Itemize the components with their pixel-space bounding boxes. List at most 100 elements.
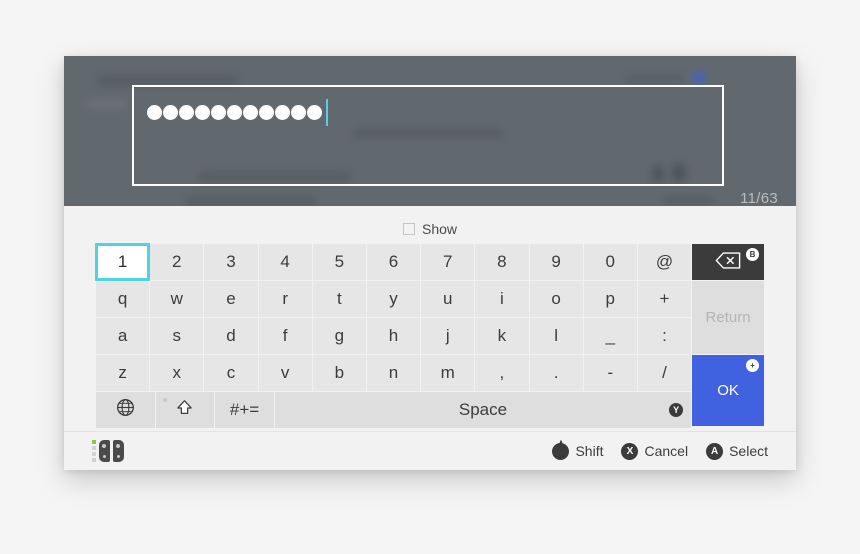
key-6[interactable]: 6 — [366, 244, 421, 280]
shift-icon — [175, 398, 194, 422]
key-o[interactable]: o — [529, 281, 583, 317]
key-d[interactable]: d — [204, 318, 258, 354]
key-b[interactable]: b — [312, 355, 366, 391]
password-dot — [227, 104, 242, 120]
key-9[interactable]: 9 — [529, 244, 583, 280]
password-input-field[interactable] — [132, 85, 724, 186]
stick-icon — [552, 442, 570, 460]
key-1[interactable]: 1 — [94, 243, 151, 281]
key-period[interactable]: . — [529, 355, 583, 391]
ok-key[interactable]: OK + — [692, 355, 764, 426]
key-w[interactable]: w — [150, 281, 204, 317]
key-s[interactable]: s — [150, 318, 204, 354]
key-h[interactable]: h — [366, 318, 421, 354]
password-dot — [195, 104, 210, 120]
password-dot — [243, 104, 258, 120]
plus-button-badge: + — [746, 359, 759, 372]
key-c[interactable]: c — [204, 355, 258, 391]
key-f[interactable]: f — [258, 318, 312, 354]
key-y[interactable]: y — [366, 281, 421, 317]
key-l[interactable]: l — [529, 318, 583, 354]
key-2[interactable]: 2 — [150, 244, 204, 280]
shift-key[interactable] — [155, 392, 215, 428]
x-button-icon: X — [621, 442, 639, 460]
key-e[interactable]: e — [204, 281, 258, 317]
keyboard-row: a s d f g h j k l _ : — [96, 318, 692, 354]
show-password-toggle[interactable]: Show — [402, 221, 458, 237]
globe-icon — [116, 398, 135, 422]
hint-select-label: Select — [729, 443, 768, 459]
hint-select[interactable]: A Select — [706, 442, 768, 460]
player-led — [92, 440, 96, 444]
key-hyphen[interactable]: - — [583, 355, 637, 391]
key-underscore[interactable]: _ — [583, 318, 637, 354]
joycon-pair-icon[interactable] — [92, 440, 124, 462]
key-t[interactable]: t — [312, 281, 366, 317]
joycon-left-icon — [99, 440, 110, 462]
key-v[interactable]: v — [258, 355, 312, 391]
keyboard-main-keys: 1 2 3 4 5 6 7 8 9 0 @ q w e r t y u i o … — [94, 243, 692, 428]
key-z[interactable]: z — [96, 355, 150, 391]
y-button-badge: Y — [669, 403, 684, 417]
key-k[interactable]: k — [475, 318, 529, 354]
b-button-badge: B — [746, 248, 759, 261]
character-counter: 11/63 — [740, 190, 778, 206]
key-j[interactable]: j — [421, 318, 475, 354]
key-n[interactable]: n — [366, 355, 421, 391]
key-i[interactable]: i — [475, 281, 529, 317]
language-globe-key[interactable] — [96, 392, 155, 428]
key-7[interactable]: 7 — [421, 244, 475, 280]
checkbox-icon[interactable] — [402, 223, 415, 235]
key-a[interactable]: a — [96, 318, 150, 354]
keyboard-row: z x c v b n m , . - / — [96, 355, 692, 391]
space-key-label: Space — [458, 400, 508, 419]
password-dot — [163, 104, 178, 120]
dimmed-background-app: 11/63 — [64, 56, 796, 206]
password-dot — [275, 104, 290, 120]
key-comma[interactable]: , — [475, 355, 529, 391]
ghost-footer-link — [664, 196, 714, 205]
hint-cancel-label: Cancel — [644, 443, 689, 459]
key-colon[interactable]: : — [637, 318, 692, 354]
status-bar: Shift X Cancel A Select — [64, 431, 796, 470]
key-8[interactable]: 8 — [475, 244, 529, 280]
backspace-key[interactable]: B — [692, 244, 764, 280]
symbols-key[interactable]: #+= — [215, 392, 274, 428]
key-m[interactable]: m — [421, 355, 475, 391]
keyboard-function-row: #+= Space Y — [96, 392, 692, 428]
key-slash[interactable]: / — [637, 355, 692, 391]
ghost-subtitle — [86, 100, 126, 108]
text-cursor — [326, 98, 328, 126]
key-0[interactable]: 0 — [583, 244, 637, 280]
key-g[interactable]: g — [312, 318, 366, 354]
key-4[interactable]: 4 — [258, 244, 312, 280]
key-r[interactable]: r — [258, 281, 312, 317]
space-key[interactable]: Space Y — [274, 392, 692, 428]
key-plus[interactable]: + — [637, 281, 692, 317]
player-led — [92, 446, 96, 450]
hint-cancel[interactable]: X Cancel — [621, 442, 689, 460]
key-3[interactable]: 3 — [204, 244, 258, 280]
ghost-header-text — [626, 75, 684, 83]
key-u[interactable]: u — [421, 281, 475, 317]
password-dot — [179, 104, 194, 120]
password-dot — [211, 104, 226, 120]
a-button-icon: A — [706, 442, 724, 460]
ok-key-label: OK — [717, 382, 739, 399]
shift-indicator-dot — [162, 398, 167, 402]
joycon-right-icon — [113, 440, 124, 462]
key-p[interactable]: p — [583, 281, 637, 317]
key-x[interactable]: x — [150, 355, 204, 391]
return-key[interactable]: Return — [692, 281, 764, 354]
key-5[interactable]: 5 — [312, 244, 366, 280]
show-password-label: Show — [421, 221, 458, 237]
key-q[interactable]: q — [96, 281, 150, 317]
hint-shift[interactable]: Shift — [552, 442, 604, 460]
password-dot — [147, 104, 162, 120]
hint-shift-label: Shift — [575, 443, 604, 459]
backspace-icon — [715, 252, 741, 272]
password-dot — [259, 104, 274, 120]
keyboard-row: 1 2 3 4 5 6 7 8 9 0 @ — [94, 243, 692, 281]
key-at[interactable]: @ — [637, 244, 692, 280]
keyboard-side-keys: B Return OK + — [692, 244, 764, 426]
